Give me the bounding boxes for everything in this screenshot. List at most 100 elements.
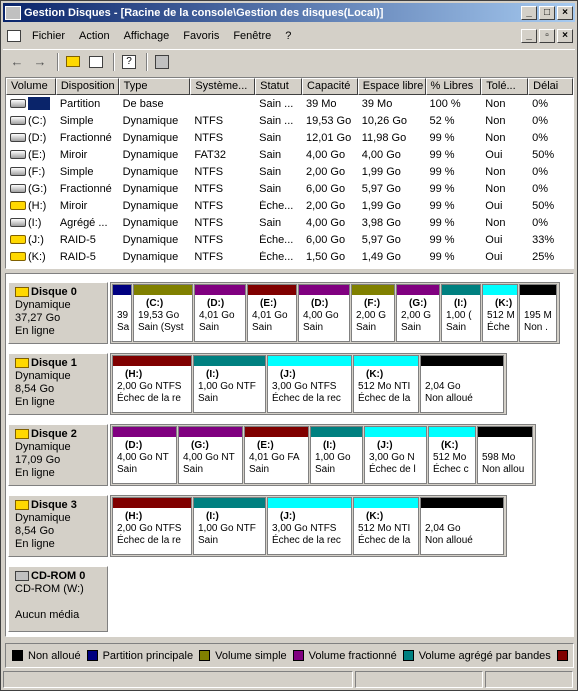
partition-size: 4,01 Go xyxy=(252,310,288,321)
menu-bar: Fichier Action Affichage Favoris Fenêtre… xyxy=(3,25,575,47)
partition[interactable]: (J:) 3,00 Go N Échec de l xyxy=(364,426,427,484)
partition[interactable]: (J:) 3,00 Go NTFS Échec de la rec xyxy=(267,497,352,555)
cell-text: Dynamique xyxy=(122,216,179,229)
cell-text: 33% xyxy=(532,233,555,246)
cdrom-label[interactable]: CD-ROM 0 CD-ROM (W:) Aucun média xyxy=(8,566,108,632)
partition[interactable]: 39 Sa xyxy=(112,284,132,342)
help-icon[interactable]: ? xyxy=(119,53,139,71)
partition[interactable]: (H:) 2,00 Go NTFS Échec de la re xyxy=(112,355,192,413)
list-row[interactable]: (H:) Miroir Dynamique NTFS Éche... 2,00 Go 1,9… xyxy=(6,197,573,214)
partition-size: 3,00 Go NTFS xyxy=(272,381,337,392)
menu-fenetre[interactable]: Fenêtre xyxy=(226,30,278,42)
close-button[interactable]: × xyxy=(557,5,573,20)
list-row[interactable]: (E:) Miroir Dynamique FAT32 Sain 4,00 Go 4,00 … xyxy=(6,146,573,163)
list-row[interactable]: (J:) RAID-5 Dynamique NTFS Éche... 6,00 Go 5,9… xyxy=(6,231,573,248)
column-header[interactable]: Volume xyxy=(6,78,56,95)
list-cell: Sain xyxy=(255,166,302,178)
partition[interactable]: (I:) 1,00 Go NTF Sain xyxy=(193,497,266,555)
menu-fichier[interactable]: Fichier xyxy=(25,30,72,42)
column-header[interactable]: Capacité xyxy=(301,78,358,95)
partition[interactable]: (I:) 1,00 Go NTF Sain xyxy=(193,355,266,413)
column-header[interactable]: Tolé... xyxy=(481,78,529,95)
mdi-close-button[interactable]: × xyxy=(557,29,573,43)
partition[interactable]: (D:) 4,01 Go Sain xyxy=(194,284,246,342)
minimize-button[interactable]: _ xyxy=(521,5,537,20)
column-header[interactable]: % Libres xyxy=(425,78,482,95)
partition[interactable]: 598 Mo Non allou xyxy=(477,426,533,484)
partition[interactable]: (D:) 4,00 Go NT Sain xyxy=(112,426,177,484)
partition[interactable]: (I:) 1,00 (Sain xyxy=(441,284,481,342)
list-cell: Sain ... xyxy=(255,98,302,110)
partition[interactable]: (E:) 4,01 Go FA Sain xyxy=(244,426,309,484)
partition[interactable]: (K:) 512 Mo Échec c xyxy=(428,426,476,484)
menu-affichage[interactable]: Affichage xyxy=(117,30,177,42)
disk-label[interactable]: Disque 2 Dynamique 17,09 Go En ligne xyxy=(8,424,108,486)
disk-label[interactable]: Disque 3 Dynamique 8,54 Go En ligne xyxy=(8,495,108,557)
list-cell: 39 Mo xyxy=(358,98,426,110)
list-row[interactable]: (K:) RAID-5 Dynamique NTFS Éche... 1,50 Go 1,4… xyxy=(6,248,573,265)
disk-status: En ligne xyxy=(15,467,55,479)
list-row[interactable]: (C:) Simple Dynamique NTFS Sain ... 19,53 Go 1… xyxy=(6,112,573,129)
partition[interactable]: (J:) 3,00 Go NTFS Échec de la rec xyxy=(267,355,352,413)
column-header[interactable]: Disposition xyxy=(55,78,119,95)
partition[interactable]: (D:) 4,00 Go Sain xyxy=(298,284,350,342)
partition[interactable]: (G:) 2,00 G Sain xyxy=(396,284,440,342)
partition[interactable]: (K:) 512 Mo NTI Échec de la xyxy=(353,355,419,413)
partition[interactable]: 2,04 Go Non alloué xyxy=(420,355,504,413)
list-row[interactable]: Partition De base Sain ... 39 Mo 39 Mo 100 % N… xyxy=(6,95,573,112)
partition-status: Non allou xyxy=(482,464,525,475)
volume-name: (I:) xyxy=(28,216,42,229)
partition[interactable]: 2,04 Go Non alloué xyxy=(420,497,504,555)
disk-label[interactable]: Disque 0 Dynamique 37,27 Go En ligne xyxy=(8,282,108,344)
maximize-button[interactable]: □ xyxy=(539,5,555,20)
list-row[interactable]: (G:) Fractionné Dynamique NTFS Sain 6,00 Go 5,… xyxy=(6,180,573,197)
cell-text: Sain xyxy=(259,148,282,161)
partition[interactable]: (I:) 1,00 Go Sain xyxy=(310,426,363,484)
menu-action[interactable]: Action xyxy=(72,30,117,42)
partition[interactable]: (G:) 4,00 Go NT Sain xyxy=(178,426,243,484)
partition-body: (J:) 3,00 Go NTFS Échec de la rec xyxy=(268,366,351,406)
column-header[interactable]: Délai xyxy=(528,78,573,95)
partition[interactable]: (C:) 19,53 Go Sain (Syst xyxy=(133,284,193,342)
properties-icon[interactable] xyxy=(152,53,172,71)
partition-name: (I:) xyxy=(323,440,336,451)
partition-name: (J:) xyxy=(280,511,296,522)
column-header[interactable]: Type xyxy=(118,78,191,95)
list-row[interactable]: (F:) Simple Dynamique NTFS Sain 2,00 Go 1,99 G… xyxy=(6,163,573,180)
partition[interactable]: (K:) 512 M Éche xyxy=(482,284,518,342)
cell-text: Miroir xyxy=(59,148,88,161)
list-cell: Non xyxy=(481,183,528,195)
show-hide-tree-icon[interactable] xyxy=(86,53,106,71)
disk-name-text: Disque 1 xyxy=(31,357,77,369)
partition[interactable]: (H:) 2,00 Go NTFS Échec de la re xyxy=(112,497,192,555)
partition-body: (I:) 1,00 Go NTF Sain xyxy=(194,508,265,548)
back-arrow-icon[interactable]: ← xyxy=(7,53,27,71)
partition[interactable]: (F:) 2,00 G Sain xyxy=(351,284,395,342)
volume-list[interactable]: Volume Disposition Type Système... Statut Cap… xyxy=(5,77,574,269)
partition-name: (E:) xyxy=(260,298,277,309)
list-row[interactable]: (D:) Fractionné Dynamique NTFS Sain 12,01 Go 1… xyxy=(6,129,573,146)
column-header[interactable]: Statut xyxy=(255,78,302,95)
menu-help[interactable]: ? xyxy=(278,30,298,42)
column-header[interactable]: Système... xyxy=(190,78,256,95)
partition-size: 2,04 Go xyxy=(425,523,461,534)
mdi-minimize-button[interactable]: _ xyxy=(521,29,537,43)
partition[interactable]: (E:) 4,01 Go Sain xyxy=(247,284,297,342)
partition-status: Sain xyxy=(183,464,204,475)
list-cell: De base xyxy=(119,98,191,110)
forward-arrow-icon[interactable]: → xyxy=(30,53,50,71)
list-row[interactable]: (I:) Agrégé ... Dynamique NTFS Sain 4,00 Go 3,… xyxy=(6,214,573,231)
partition-body: (K:) 512 Mo Échec c xyxy=(429,437,475,477)
partition-body: 2,04 Go Non alloué xyxy=(421,508,503,548)
partition[interactable]: (K:) 512 Mo NTI Échec de la xyxy=(353,497,419,555)
column-header[interactable]: Espace libre xyxy=(357,78,426,95)
disk-label[interactable]: Disque 1 Dynamique 8,54 Go En ligne xyxy=(8,353,108,415)
list-cell: Dynamique xyxy=(119,251,191,263)
menu-favoris[interactable]: Favoris xyxy=(176,30,226,42)
up-folder-icon[interactable] xyxy=(63,53,83,71)
partition-size: 4,00 Go xyxy=(303,310,339,321)
cell-text: 11,98 Go xyxy=(361,131,407,144)
cell-text: 0% xyxy=(532,165,549,178)
partition[interactable]: 195 M Non . xyxy=(519,284,557,342)
mdi-restore-button[interactable]: ▫ xyxy=(539,29,555,43)
